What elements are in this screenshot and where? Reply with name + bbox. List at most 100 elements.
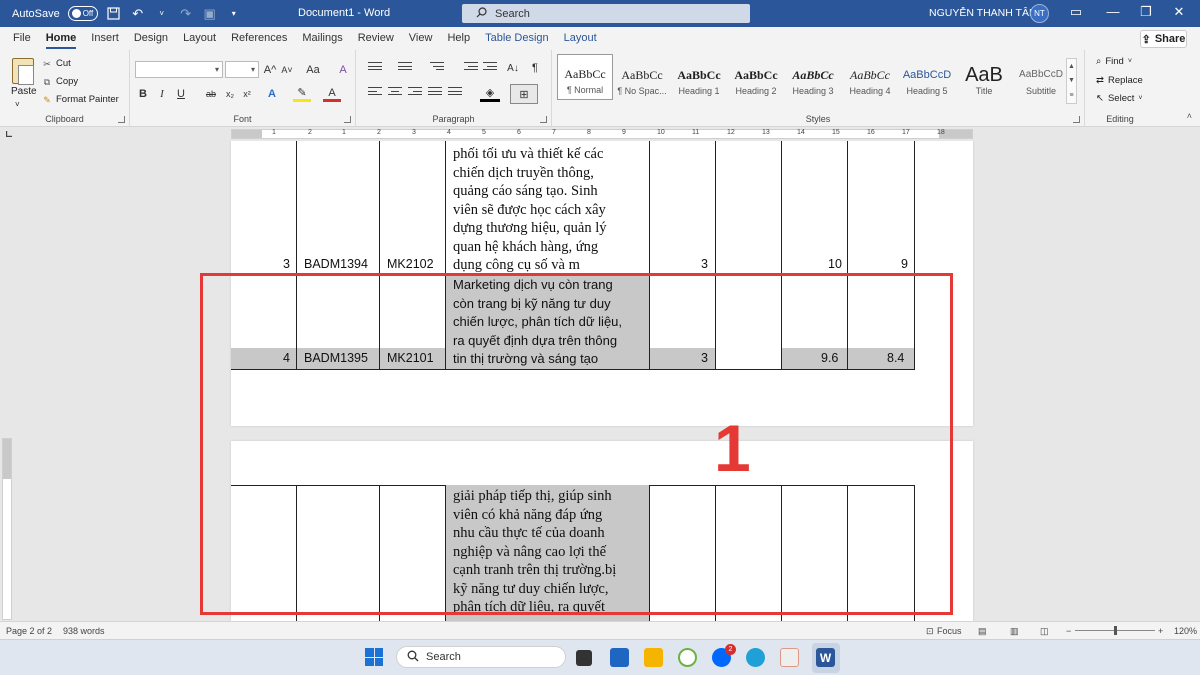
share-button[interactable]: ⇪ Share	[1140, 30, 1187, 48]
windows-start-icon[interactable]	[365, 648, 383, 666]
select-button[interactable]: ↖ Select ˅	[1096, 93, 1142, 104]
borders-icon[interactable]: ⊞	[510, 84, 538, 104]
style-no-spacing[interactable]: AaBbCc ¶ No Spac...	[614, 54, 670, 100]
customize-qat-icon[interactable]: ▾	[226, 6, 242, 22]
word-count[interactable]: 938 words	[63, 626, 105, 636]
bullets-icon[interactable]	[368, 62, 382, 74]
font-name-combo[interactable]: ▾	[135, 61, 223, 78]
increase-indent-icon[interactable]	[483, 62, 497, 74]
align-right-icon[interactable]	[408, 87, 422, 99]
underline-button[interactable]: U	[173, 86, 189, 102]
subscript-button[interactable]: x₂	[222, 86, 238, 102]
tab-layout[interactable]: Layout	[183, 27, 216, 50]
more-icon[interactable]: ≡	[1069, 92, 1073, 99]
numbering-icon[interactable]	[398, 62, 412, 74]
style-heading-3[interactable]: AaBbCc Heading 3	[785, 54, 841, 100]
store-icon[interactable]	[610, 648, 629, 667]
tab-design[interactable]: Design	[134, 27, 168, 50]
align-left-icon[interactable]	[368, 87, 382, 99]
print-icon[interactable]: ▣	[202, 6, 218, 22]
tab-table-design[interactable]: Table Design	[485, 27, 549, 50]
tab-mailings[interactable]: Mailings	[302, 27, 342, 50]
bold-button[interactable]: B	[135, 86, 151, 102]
tab-home[interactable]: Home	[45, 27, 76, 50]
paste-icon[interactable]	[12, 58, 34, 85]
shading-icon[interactable]: ◈	[480, 86, 500, 102]
autosave-toggle[interactable]: Off	[67, 6, 98, 21]
paste-button[interactable]: Paste	[11, 86, 37, 97]
edge-icon[interactable]	[746, 648, 765, 667]
vertical-ruler[interactable]	[2, 438, 12, 620]
page-count[interactable]: Page 2 of 2	[6, 626, 52, 636]
focus-label[interactable]: Focus	[937, 626, 962, 636]
chevron-down-icon[interactable]: ▼	[1068, 77, 1075, 84]
style-subtitle[interactable]: AaBbCcD Subtitle	[1013, 54, 1069, 100]
zoom-in-icon[interactable]: +	[1158, 626, 1163, 636]
tab-review[interactable]: Review	[358, 27, 394, 50]
styles-gallery-scroll[interactable]: ▲ ▼ ≡	[1066, 58, 1077, 104]
style-title[interactable]: AaB Title	[956, 54, 1012, 100]
line-spacing-icon[interactable]	[448, 87, 462, 99]
zoom-slider-thumb[interactable]	[1114, 626, 1117, 635]
print-layout-icon[interactable]: ▥	[1010, 626, 1019, 637]
align-center-icon[interactable]	[388, 87, 402, 99]
chevron-up-icon[interactable]: ▲	[1068, 63, 1075, 70]
cut-button[interactable]: ✂ Cut	[42, 58, 71, 69]
decrease-indent-icon[interactable]	[464, 62, 478, 74]
style-heading-2[interactable]: AaBbCc Heading 2	[728, 54, 784, 100]
undo-icon[interactable]: ↶	[130, 6, 146, 22]
title-search-box[interactable]: Search	[462, 4, 750, 23]
avatar[interactable]: NT	[1030, 4, 1049, 23]
focus-mode-icon[interactable]: ⊡	[926, 626, 934, 637]
show-hide-marks-button[interactable]: ¶	[528, 60, 542, 76]
paste-dropdown-icon[interactable]: ˅	[15, 100, 20, 109]
copy-button[interactable]: ⧉ Copy	[42, 76, 78, 87]
style-heading-4[interactable]: AaBbCc Heading 4	[842, 54, 898, 100]
style-heading-1[interactable]: AaBbCc Heading 1	[671, 54, 727, 100]
find-button[interactable]: ⌕ Find ˅	[1096, 56, 1132, 67]
tab-insert[interactable]: Insert	[91, 27, 119, 50]
italic-button[interactable]: I	[154, 86, 170, 102]
tab-file[interactable]: File	[13, 27, 31, 50]
ruler-strip[interactable]: 1 2 1 2 3 4 5 6 7 8 9 10 11 12 13 14 15 …	[231, 129, 973, 139]
sort-button[interactable]: A↓	[504, 60, 522, 76]
tab-table-layout[interactable]: Layout	[564, 27, 597, 50]
font-launcher-icon[interactable]	[344, 116, 351, 123]
save-icon[interactable]	[106, 6, 122, 22]
highlight-color-icon[interactable]: ✎	[293, 86, 311, 102]
font-color-icon[interactable]: A	[323, 86, 341, 102]
style-normal[interactable]: AaBbCc ¶ Normal	[557, 54, 613, 100]
task-view-icon[interactable]	[576, 650, 592, 666]
styles-launcher-icon[interactable]	[1073, 116, 1080, 123]
tab-help[interactable]: Help	[447, 27, 470, 50]
close-icon[interactable]: ✕	[1170, 4, 1188, 20]
paragraph-launcher-icon[interactable]	[540, 116, 547, 123]
undo-dropdown-icon[interactable]: ˅	[154, 6, 170, 22]
restore-icon[interactable]: ❐	[1137, 4, 1155, 20]
ribbon-display-options-icon[interactable]: ▭	[1067, 4, 1085, 20]
style-heading-5[interactable]: AaBbCcD Heading 5	[899, 54, 955, 100]
read-mode-icon[interactable]: ▤	[978, 626, 987, 637]
tab-view[interactable]: View	[409, 27, 433, 50]
replace-button[interactable]: ⇄ Replace	[1096, 75, 1143, 86]
tab-references[interactable]: References	[231, 27, 287, 50]
zoom-level[interactable]: 120%	[1174, 626, 1197, 636]
clipboard-launcher-icon[interactable]	[118, 116, 125, 123]
format-painter-button[interactable]: ✎ Format Painter	[42, 94, 119, 105]
strikethrough-button[interactable]: ab	[203, 86, 219, 102]
shrink-font-button[interactable]: A˅	[279, 62, 295, 78]
collapse-ribbon-icon[interactable]: ˄	[1187, 111, 1192, 121]
user-name[interactable]: NGUYỄN THANH TÂM	[929, 7, 1038, 19]
tab-selector-icon[interactable]	[6, 131, 12, 137]
taskbar-search[interactable]: Search	[396, 646, 566, 668]
multilevel-list-icon[interactable]	[430, 62, 444, 74]
word-icon[interactable]: W	[816, 648, 835, 667]
clear-formatting-icon[interactable]: A	[335, 62, 351, 78]
font-size-combo[interactable]: ▾	[225, 61, 259, 78]
file-explorer-icon[interactable]	[644, 648, 663, 667]
change-case-button[interactable]: Aa	[302, 62, 324, 78]
justify-icon[interactable]	[428, 87, 442, 99]
grow-font-button[interactable]: A^	[262, 62, 278, 78]
superscript-button[interactable]: x²	[239, 86, 255, 102]
minimize-icon[interactable]: —	[1104, 4, 1122, 19]
